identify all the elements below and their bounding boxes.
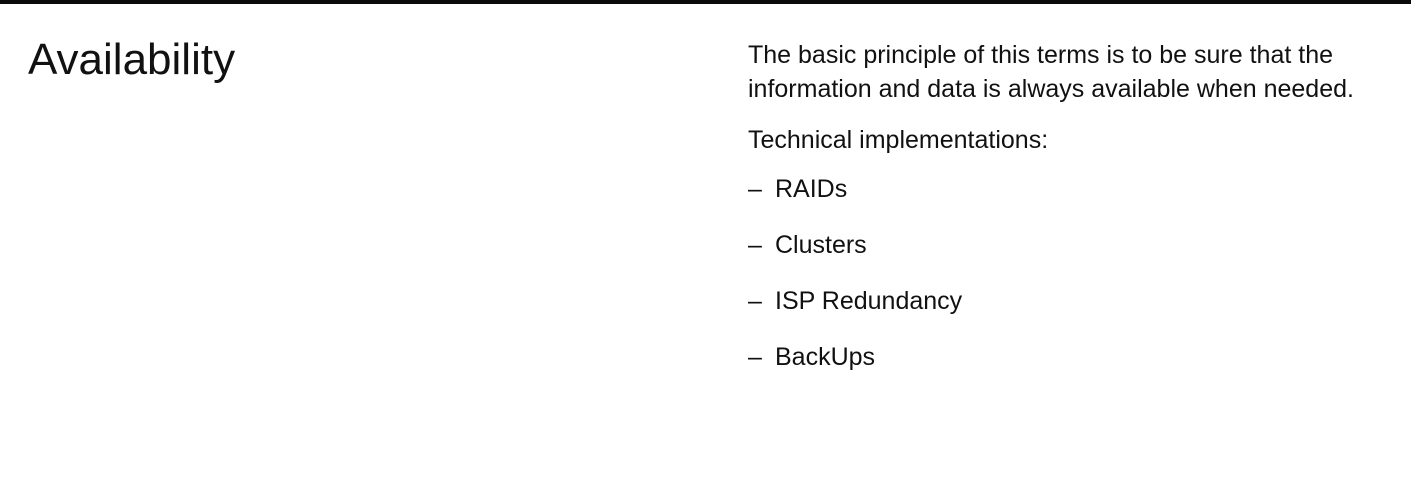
implementations-heading: Technical implementations:: [748, 126, 1049, 154]
list-item: – BackUps: [748, 340, 1388, 374]
list-item-label: RAIDs: [775, 175, 848, 203]
list-item-label: BackUps: [775, 343, 876, 371]
top-border: [0, 0, 1411, 4]
list-item: – Clusters: [748, 228, 1388, 262]
dash-bullet-icon: –: [748, 287, 762, 315]
dash-bullet-icon: –: [748, 343, 762, 371]
slide-content: The basic principle of this terms is to …: [748, 38, 1388, 374]
slide-title: Availability: [28, 35, 236, 84]
list-item: – RAIDs: [748, 172, 1388, 206]
list-item-label: Clusters: [775, 231, 867, 259]
intro-paragraph: The basic principle of this terms is to …: [748, 41, 1354, 103]
list-item-label: ISP Redundancy: [775, 287, 963, 315]
dash-bullet-icon: –: [748, 175, 762, 203]
list-item: – ISP Redundancy: [748, 284, 1388, 318]
implementations-list: – RAIDs – Clusters – ISP Redundancy – Ba…: [748, 172, 1388, 374]
dash-bullet-icon: –: [748, 231, 762, 259]
